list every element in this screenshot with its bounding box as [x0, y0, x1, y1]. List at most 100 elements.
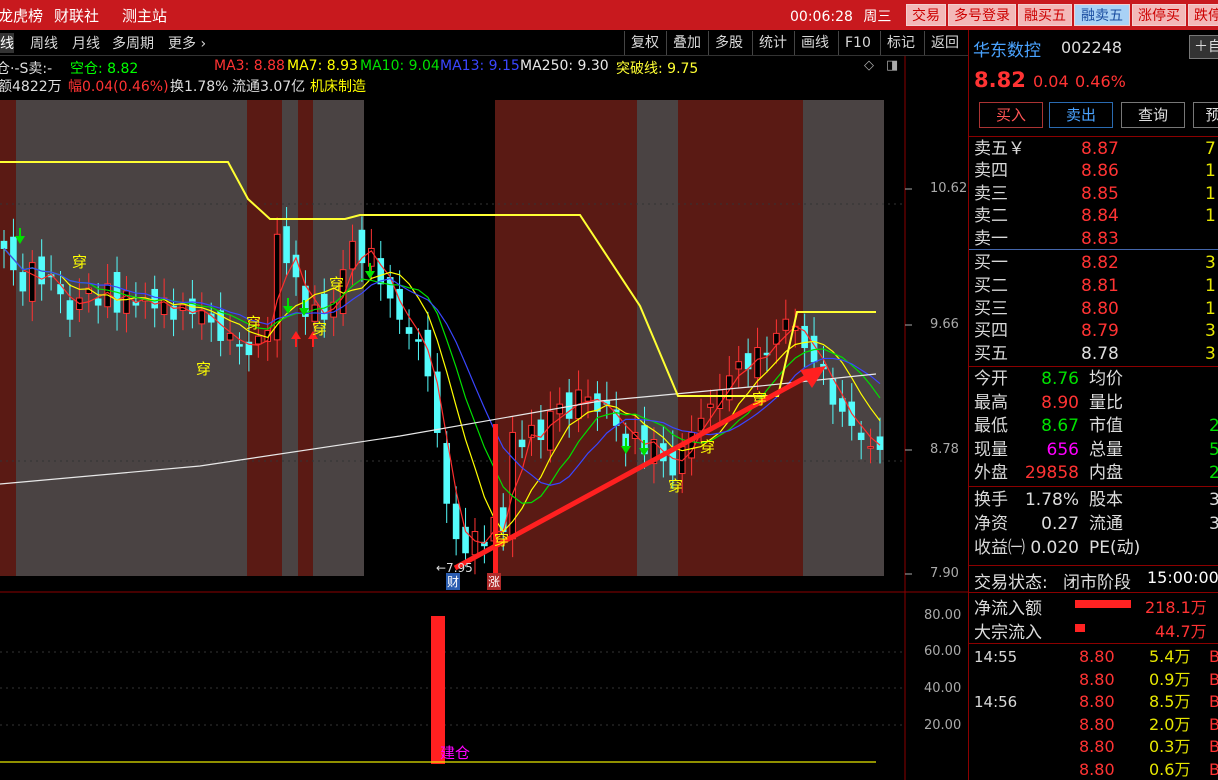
stat-label-2: 内盘: [1089, 463, 1123, 483]
bid-volume: 1: [1205, 275, 1216, 296]
ma13-label: MA13: 9.15: [440, 58, 520, 74]
tab-month[interactable]: 月线: [72, 33, 100, 53]
sell-button[interactable]: 卖出: [1049, 102, 1113, 128]
preset-button[interactable]: 预: [1193, 102, 1218, 128]
ask-price: 8.86: [1081, 161, 1119, 182]
bid-row[interactable]: 买一 8.82 3: [969, 252, 1218, 274]
chuan-marker: 穿: [494, 531, 510, 549]
stat-row: 最高 8.90 量比: [969, 392, 1218, 414]
stock-code: 002248: [1061, 38, 1123, 57]
tick-time: 14:55: [974, 648, 1018, 666]
tab-multi-period[interactable]: 多周期: [112, 33, 154, 53]
tick-volume: 8.5万: [1149, 692, 1191, 711]
ma7-label: MA7: 8.93: [287, 58, 358, 74]
bid-row[interactable]: 买四 8.79 3: [969, 320, 1218, 342]
stock-name: 华东数控: [973, 41, 1041, 61]
bid-price: 8.78: [1081, 344, 1119, 365]
stat-label: 外盘: [974, 463, 1008, 483]
ma10-label: MA10: 9.04: [360, 58, 440, 74]
candle-body: [547, 410, 554, 451]
tick-row: 8.80 0.9万 B: [969, 669, 1218, 691]
multi-login-button[interactable]: 多号登录: [948, 4, 1016, 26]
diamond-icon[interactable]: ◇: [864, 58, 874, 73]
top-bar: 龙虎榜 财联社 测主站 00:06:28 周三 交易 多号登录 融买五 融卖五 …: [0, 0, 1218, 30]
stat-value-2: 3: [1209, 490, 1218, 510]
trade-button[interactable]: 交易: [906, 4, 946, 26]
stat-row: 净资 0.27 流通 3: [969, 513, 1218, 535]
tick-side: B: [1209, 759, 1218, 779]
bid-row[interactable]: 买三 8.80 1: [969, 298, 1218, 320]
draw-line-button[interactable]: 画线: [794, 31, 835, 55]
nav-cezhuzhan[interactable]: 测主站: [122, 5, 167, 26]
kline-chart[interactable]: [0, 56, 968, 780]
overlay-button[interactable]: 叠加: [666, 31, 707, 55]
stats-button[interactable]: 统计: [752, 31, 793, 55]
stat-label-2: 总量: [1089, 439, 1123, 460]
nav-cailianshe[interactable]: 财联社: [54, 5, 99, 26]
self-select-button[interactable]: ＋自: [1189, 35, 1218, 59]
trade-status: 闭市阶段: [1063, 573, 1131, 593]
candle-body: [867, 446, 874, 449]
tick-price: 8.80: [1079, 647, 1115, 666]
stat-label: 现量: [974, 439, 1008, 460]
limit-up-buy-button[interactable]: 涨停买: [1132, 4, 1186, 26]
signal-band: [637, 100, 678, 576]
cai-marker[interactable]: 财: [446, 573, 461, 590]
sub-y-tick: 80.00: [924, 608, 962, 623]
limit-down-button[interactable]: 跌停: [1188, 4, 1218, 26]
tab-day[interactable]: 线: [0, 33, 14, 53]
ask-row[interactable]: 卖三 8.85 1: [969, 183, 1218, 205]
multi-stock-button[interactable]: 多股: [708, 31, 749, 55]
trade-status-label: 交易状态:: [974, 573, 1048, 593]
bid-price: 8.80: [1081, 298, 1119, 319]
candle-body: [255, 335, 262, 345]
ask-row[interactable]: 卖二 8.84 1: [969, 205, 1218, 227]
tick-row: 8.80 2.0万 B: [969, 714, 1218, 736]
tick-row: 8.80 0.6万 B: [969, 759, 1218, 780]
stat-label-2: 股本: [1089, 490, 1123, 510]
margin-buy5-button[interactable]: 融买五: [1018, 4, 1072, 26]
y-tick: 9.66: [930, 317, 959, 332]
stat-label-2: 量比: [1089, 392, 1123, 413]
query-button[interactable]: 查询: [1121, 102, 1185, 128]
tick-volume: 0.3万: [1149, 737, 1191, 756]
candle-body: [518, 439, 526, 448]
chuan-marker: 穿: [246, 314, 262, 332]
nav-longhubang[interactable]: 龙虎榜: [0, 5, 43, 26]
candle-body: [0, 240, 8, 249]
stat-label: 最低: [974, 416, 1008, 436]
f10-button[interactable]: F10: [838, 31, 877, 55]
bid-label: 买一: [974, 253, 1008, 273]
stat-row: 今开 8.76 均价: [969, 368, 1218, 390]
tick-row: 14:56 8.80 8.5万 B: [969, 691, 1218, 713]
back-button[interactable]: 返回: [924, 31, 965, 55]
tupo-label: 突破线: 9.75: [616, 61, 699, 77]
stat-row: 外盘 29858 内盘 2: [969, 462, 1218, 484]
tab-week[interactable]: 周线: [30, 33, 58, 53]
ma250-label: MA250: 9.30: [520, 58, 609, 74]
ask-row[interactable]: 卖一 8.83: [969, 228, 1218, 250]
bid-row[interactable]: 买五 8.78 3: [969, 343, 1218, 365]
buy-button[interactable]: 买入: [979, 102, 1043, 128]
mark-button[interactable]: 标记: [880, 31, 921, 55]
ask-volume: 1: [1205, 161, 1216, 182]
stat-label: 净资: [974, 514, 1008, 534]
stat-value: 1.78%: [1024, 490, 1079, 510]
tick-side: B: [1209, 647, 1218, 666]
y-tick: 10.62: [930, 181, 968, 196]
float-label: 流通3.07亿: [232, 79, 306, 95]
margin-sell5-button[interactable]: 融卖五: [1074, 4, 1130, 26]
signal-band: [16, 100, 247, 576]
zhang-marker[interactable]: 涨: [487, 573, 502, 590]
fuquan-button[interactable]: 复权: [624, 31, 665, 55]
chuan-marker: 穿: [700, 438, 716, 456]
last-price: 8.82: [974, 68, 1026, 92]
ask-row[interactable]: 卖四 8.86 1: [969, 160, 1218, 182]
bid-row[interactable]: 买二 8.81 1: [969, 275, 1218, 297]
chuan-marker: 穿: [72, 253, 88, 271]
expand-icon[interactable]: ◨: [886, 58, 898, 73]
change-label: 幅0.04(0.46%): [68, 79, 169, 95]
ask-row[interactable]: 卖五￥ 8.87 7: [969, 138, 1218, 160]
stat-label: 最高: [974, 392, 1008, 413]
tab-more[interactable]: 更多 ›: [168, 33, 206, 53]
